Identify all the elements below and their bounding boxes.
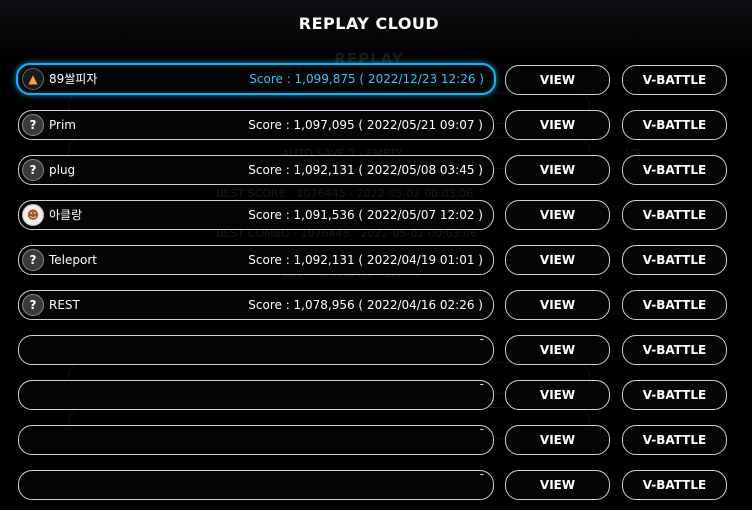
replay-row: ? REST Score : 1,078,956 ( 2022/04/16 02… (0, 290, 752, 320)
v-battle-button[interactable]: V-BATTLE (622, 470, 727, 500)
empty-marker: - (479, 377, 484, 391)
unknown-avatar-icon: ? (22, 159, 44, 181)
view-button[interactable]: VIEW (505, 110, 610, 140)
replay-entry[interactable]: ▲ 89쌀피자 Score : 1,099,875 ( 2022/12/23 1… (16, 63, 496, 95)
empty-marker: - (479, 422, 484, 436)
replay-row: ? Prim Score : 1,097,095 ( 2022/05/21 09… (0, 110, 752, 140)
replay-entry[interactable]: ? Prim Score : 1,097,095 ( 2022/05/21 09… (18, 110, 494, 140)
v-battle-button[interactable]: V-BATTLE (622, 65, 727, 95)
view-button[interactable]: VIEW (505, 155, 610, 185)
view-button[interactable]: VIEW (505, 335, 610, 365)
replay-entry[interactable]: ? REST Score : 1,078,956 ( 2022/04/16 02… (18, 290, 494, 320)
v-battle-button[interactable]: V-BATTLE (622, 155, 727, 185)
replay-row: ? plug Score : 1,092,131 ( 2022/05/08 03… (0, 155, 752, 185)
replay-row: ▲ 89쌀피자 Score : 1,099,875 ( 2022/12/23 1… (0, 63, 752, 95)
unknown-avatar-icon: ? (22, 114, 44, 136)
view-button[interactable]: VIEW (505, 470, 610, 500)
v-battle-button[interactable]: V-BATTLE (622, 200, 727, 230)
empty-replay-slot[interactable]: - (18, 332, 494, 365)
replay-row: - VIEW V-BATTLE (0, 332, 752, 365)
replay-entry[interactable]: ? plug Score : 1,092,131 ( 2022/05/08 03… (18, 155, 494, 185)
player-name: Teleport (49, 253, 97, 267)
replay-row: - VIEW V-BATTLE (0, 422, 752, 455)
player-name: 아클랑 (49, 208, 83, 222)
player-name: plug (49, 163, 76, 177)
character-icon: ☻ (22, 204, 44, 226)
ghost-line: BEST SCORE - 1076445 - 2022-05-02 00:03:… (216, 187, 474, 200)
score-text: Score : 1,078,956 ( 2022/04/16 02:26 ) (248, 298, 483, 312)
score-text: Score : 1,097,095 ( 2022/05/21 09:07 ) (248, 118, 483, 132)
view-button[interactable]: VIEW (505, 425, 610, 455)
score-text: Score : 1,092,131 ( 2022/04/19 01:01 ) (248, 253, 483, 267)
replay-row: - VIEW V-BATTLE (0, 467, 752, 500)
replay-entry[interactable]: ☻ 아클랑 Score : 1,091,536 ( 2022/05/07 12:… (18, 200, 494, 230)
pizza-icon: ▲ (22, 68, 44, 90)
v-battle-button[interactable]: V-BATTLE (622, 380, 727, 410)
empty-replay-slot[interactable]: - (18, 467, 494, 500)
empty-marker: - (479, 332, 484, 346)
v-battle-button[interactable]: V-BATTLE (622, 110, 727, 140)
view-button[interactable]: VIEW (505, 290, 610, 320)
view-button[interactable]: VIEW (505, 245, 610, 275)
replay-entry[interactable]: ? Teleport Score : 1,092,131 ( 2022/04/1… (18, 245, 494, 275)
unknown-avatar-icon: ? (22, 294, 44, 316)
v-battle-button[interactable]: V-BATTLE (622, 425, 727, 455)
v-battle-button[interactable]: V-BATTLE (622, 290, 727, 320)
score-text: Score : 1,099,875 ( 2022/12/23 12:26 ) (249, 72, 484, 86)
replay-row: ? Teleport Score : 1,092,131 ( 2022/04/1… (0, 245, 752, 275)
unknown-avatar-icon: ? (22, 249, 44, 271)
page-title: REPLAY CLOUD (298, 14, 440, 33)
empty-replay-slot[interactable]: - (18, 422, 494, 455)
replay-row: ☻ 아클랑 Score : 1,091,536 ( 2022/05/07 12:… (0, 200, 752, 230)
player-name: REST (49, 298, 80, 312)
empty-marker: - (479, 467, 484, 481)
view-button[interactable]: VIEW (505, 380, 610, 410)
v-battle-button[interactable]: V-BATTLE (622, 245, 727, 275)
v-battle-button[interactable]: V-BATTLE (622, 335, 727, 365)
view-button[interactable]: VIEW (505, 200, 610, 230)
empty-replay-slot[interactable]: - (18, 377, 494, 410)
view-button[interactable]: VIEW (505, 65, 610, 95)
score-text: Score : 1,091,536 ( 2022/05/07 12:02 ) (248, 208, 483, 222)
player-name: Prim (49, 118, 76, 132)
score-text: Score : 1,092,131 ( 2022/05/08 03:45 ) (248, 163, 483, 177)
player-name: 89쌀피자 (49, 72, 98, 86)
replay-row: - VIEW V-BATTLE (0, 377, 752, 410)
